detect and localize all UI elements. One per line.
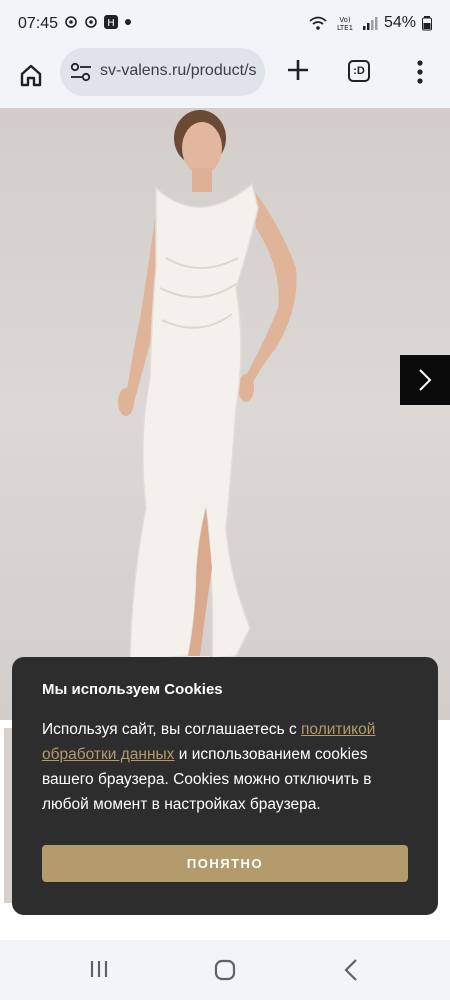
chevron-right-icon [419,369,432,391]
signal-icon [362,17,378,30]
svg-text:H: H [107,18,115,29]
notification-app-icon [85,16,97,28]
system-nav-bar [0,940,450,1000]
system-icons: Vo) LTE1 54% [308,14,432,32]
battery-icon [422,16,432,31]
url-text: sv-valens.ru/product/s [100,62,257,79]
product-photo[interactable] [0,108,450,720]
svg-text:Vo): Vo) [339,16,351,24]
tab-switcher-button[interactable]: :D [348,60,370,82]
site-settings-icon[interactable] [70,62,92,82]
plus-icon [288,60,308,80]
battery-percent: 54% [383,14,416,31]
cookie-text: Используя сайт, вы соглашаетесь с полити… [42,717,412,817]
browser-toolbar: sv-valens.ru/product/s :D [0,48,450,108]
notification-icons: H [63,14,133,30]
model-illustration [118,110,297,668]
notification-app-icon [65,16,77,28]
accept-cookies-button[interactable]: ПОНЯТНО [42,845,408,882]
next-image-button[interactable] [400,355,450,405]
svg-text:LTE1: LTE1 [337,24,353,31]
address-bar[interactable]: sv-valens.ru/product/s [60,48,265,96]
notification-app-icon: H [104,15,118,29]
status-bar: 07:45 H Vo) LTE1 54% [0,0,450,48]
home-button[interactable] [16,60,46,90]
thumbnail[interactable] [4,728,12,903]
home-icon [20,64,42,87]
wifi-calling-icon [309,16,327,30]
notification-dot-icon [125,19,131,25]
cookie-banner: Мы используем Cookies Используя сайт, вы… [12,657,438,915]
back-icon[interactable] [343,958,359,982]
status-time: 07:45 [18,15,59,32]
recents-icon[interactable] [89,960,109,978]
nav-home-icon[interactable] [214,959,236,981]
new-tab-button[interactable] [284,56,312,84]
cookie-text-start: Используя сайт, вы соглашаетесь с [42,721,302,738]
lte-icon: Vo)LTE1 [337,16,353,31]
more-vertical-icon[interactable] [414,58,426,86]
cookie-title: Мы используем Cookies [42,681,223,698]
